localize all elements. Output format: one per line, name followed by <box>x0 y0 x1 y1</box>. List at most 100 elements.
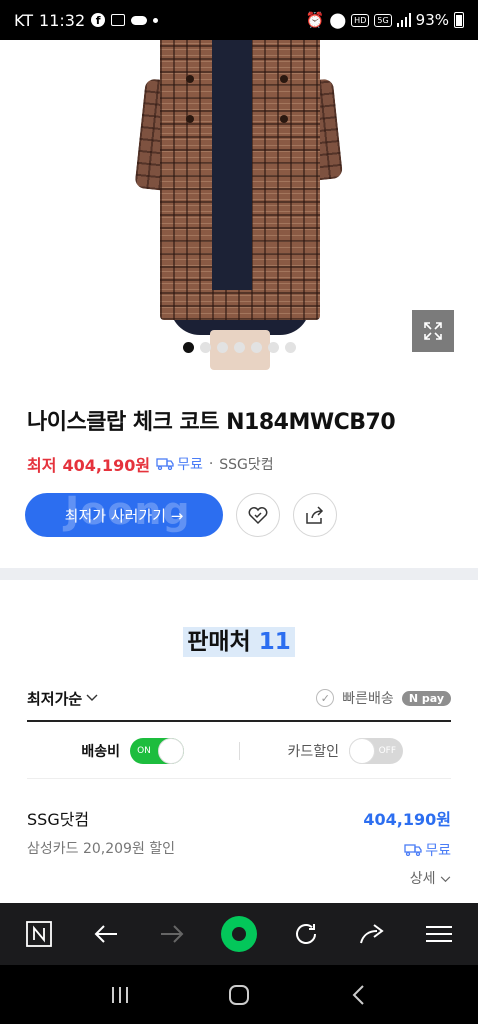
gallery-dot[interactable] <box>216 342 228 353</box>
wishlist-button[interactable] <box>236 493 280 537</box>
truck-icon <box>404 844 422 856</box>
shipping-info: 무료 <box>156 454 203 474</box>
system-nav-bar <box>0 965 478 1024</box>
expand-icon <box>424 322 442 340</box>
naver-home-icon <box>26 921 53 947</box>
sort-label: 최저가순 <box>27 689 83 708</box>
card-filter-label: 카드할인 <box>287 744 340 760</box>
buy-lowest-label: 최저가 사러가기 → <box>64 506 184 525</box>
recent-apps-button[interactable] <box>100 975 140 1015</box>
coat-button <box>186 115 194 123</box>
toggle-knob <box>158 738 185 764</box>
gallery-dot[interactable] <box>182 342 194 353</box>
status-bar: KT 11:32 f ⏰ ⬤ HD 5G 93% <box>0 0 478 40</box>
home-icon <box>228 984 249 1005</box>
seller-name-small: SSG닷컴 <box>219 457 274 473</box>
back-button[interactable] <box>86 914 126 954</box>
sellers-count: 11 <box>258 629 291 655</box>
card-toggle[interactable]: OFF <box>349 738 404 764</box>
lowest-label: 최저 <box>27 456 57 475</box>
dot-icon <box>153 17 159 23</box>
hd-icon: HD <box>351 13 370 27</box>
shipping-toggle[interactable]: ON <box>130 738 185 764</box>
seller-list-item[interactable]: SSG닷컴 404,190원 삼성카드 20,209원 할인 무료 상세 <box>27 806 451 888</box>
share-page-button[interactable] <box>352 914 392 954</box>
filter-row: 배송비 ON 카드할인 OFF <box>27 734 451 768</box>
truck-icon <box>156 458 174 470</box>
fast-delivery-check-icon[interactable]: ✓ <box>316 689 335 707</box>
green-dot-icon <box>220 916 257 952</box>
sellers-label: 판매처 <box>187 629 251 655</box>
home-button[interactable] <box>219 975 259 1015</box>
product-image-gallery[interactable] <box>0 40 478 370</box>
refresh-button[interactable] <box>286 914 326 954</box>
share-button[interactable] <box>293 493 337 537</box>
share-icon <box>306 506 324 524</box>
sellers-title: 판매처 11 <box>0 622 478 657</box>
facebook-icon: f <box>91 13 106 27</box>
seller-price: 404,190원 <box>363 810 451 829</box>
seller-card-discount: 삼성카드 20,209원 할인 <box>27 841 176 857</box>
battery-percent: 93% <box>415 11 449 29</box>
browser-toolbar <box>0 903 478 965</box>
gallery-dot[interactable] <box>267 342 279 353</box>
seller-detail-link[interactable]: 상세 <box>410 868 451 888</box>
shipping-filter-label: 배송비 <box>81 744 121 760</box>
back-arrow-icon <box>94 925 117 943</box>
separator-dot: · <box>208 456 214 472</box>
battery-icon <box>454 12 464 28</box>
menu-icon <box>425 926 452 942</box>
shipping-free-label: 무료 <box>177 457 203 473</box>
5g-icon: 5G <box>374 13 392 27</box>
price-row: 최저 404,190원 무료 · SSG닷컴 <box>27 452 274 476</box>
section-divider <box>0 568 478 580</box>
forward-arrow-icon <box>161 925 184 943</box>
naver-home-button[interactable] <box>19 914 59 954</box>
seller-shipping: 무료 <box>404 840 451 860</box>
coat-button <box>186 75 194 83</box>
share-arrow-icon <box>360 924 384 944</box>
chevron-down-icon <box>440 876 451 883</box>
cloud-icon <box>131 15 148 25</box>
back-icon <box>352 984 365 1005</box>
calendar-icon <box>111 14 126 26</box>
shipping-filter: 배송비 ON <box>27 738 239 764</box>
row-divider <box>27 778 451 779</box>
fast-delivery-label[interactable]: 빠른배송 <box>342 688 394 708</box>
coat-button <box>280 115 288 123</box>
seller-shipping-label: 무료 <box>425 843 451 859</box>
product-title: 나이스클랍 체크 코트 N184MWCB70 <box>27 410 396 435</box>
signal-icon <box>396 13 411 27</box>
menu-button[interactable] <box>419 914 459 954</box>
shipping-toggle-label: ON <box>137 746 151 756</box>
sort-underline <box>27 720 451 722</box>
gallery-pagination <box>0 342 478 353</box>
sellers-title-highlight: 판매처 11 <box>183 627 295 657</box>
green-dot-button[interactable] <box>219 914 259 954</box>
system-back-button[interactable] <box>338 975 378 1015</box>
location-icon: ⬤ <box>329 11 347 29</box>
coat-button <box>280 75 288 83</box>
gallery-dot[interactable] <box>250 342 262 353</box>
sort-dropdown[interactable]: 최저가순 <box>27 688 98 709</box>
gallery-dot[interactable] <box>233 342 245 353</box>
recent-apps-icon <box>111 986 128 1003</box>
carrier-label: KT <box>14 10 34 30</box>
card-filter: 카드할인 OFF <box>240 738 452 764</box>
card-toggle-label: OFF <box>378 746 397 756</box>
seller-detail-label: 상세 <box>409 871 436 887</box>
forward-button[interactable] <box>152 914 192 954</box>
seller-name: SSG닷컴 <box>27 810 90 829</box>
gallery-dot[interactable] <box>284 342 296 353</box>
gallery-dot[interactable] <box>199 342 211 353</box>
time-label: 11:32 <box>39 10 86 30</box>
alarm-icon: ⏰ <box>305 11 325 29</box>
lowest-price: 404,190원 <box>62 456 151 475</box>
npay-filter[interactable]: N pay <box>401 690 451 706</box>
heart-check-icon <box>248 507 268 525</box>
coat-inner-dress <box>212 40 252 290</box>
buy-lowest-button[interactable]: Joong 최저가 사러가기 → <box>25 493 223 537</box>
toggle-knob <box>349 738 376 764</box>
sort-row: 최저가순 ✓ 빠른배송 N pay <box>27 684 451 712</box>
chevron-down-icon <box>86 694 98 701</box>
